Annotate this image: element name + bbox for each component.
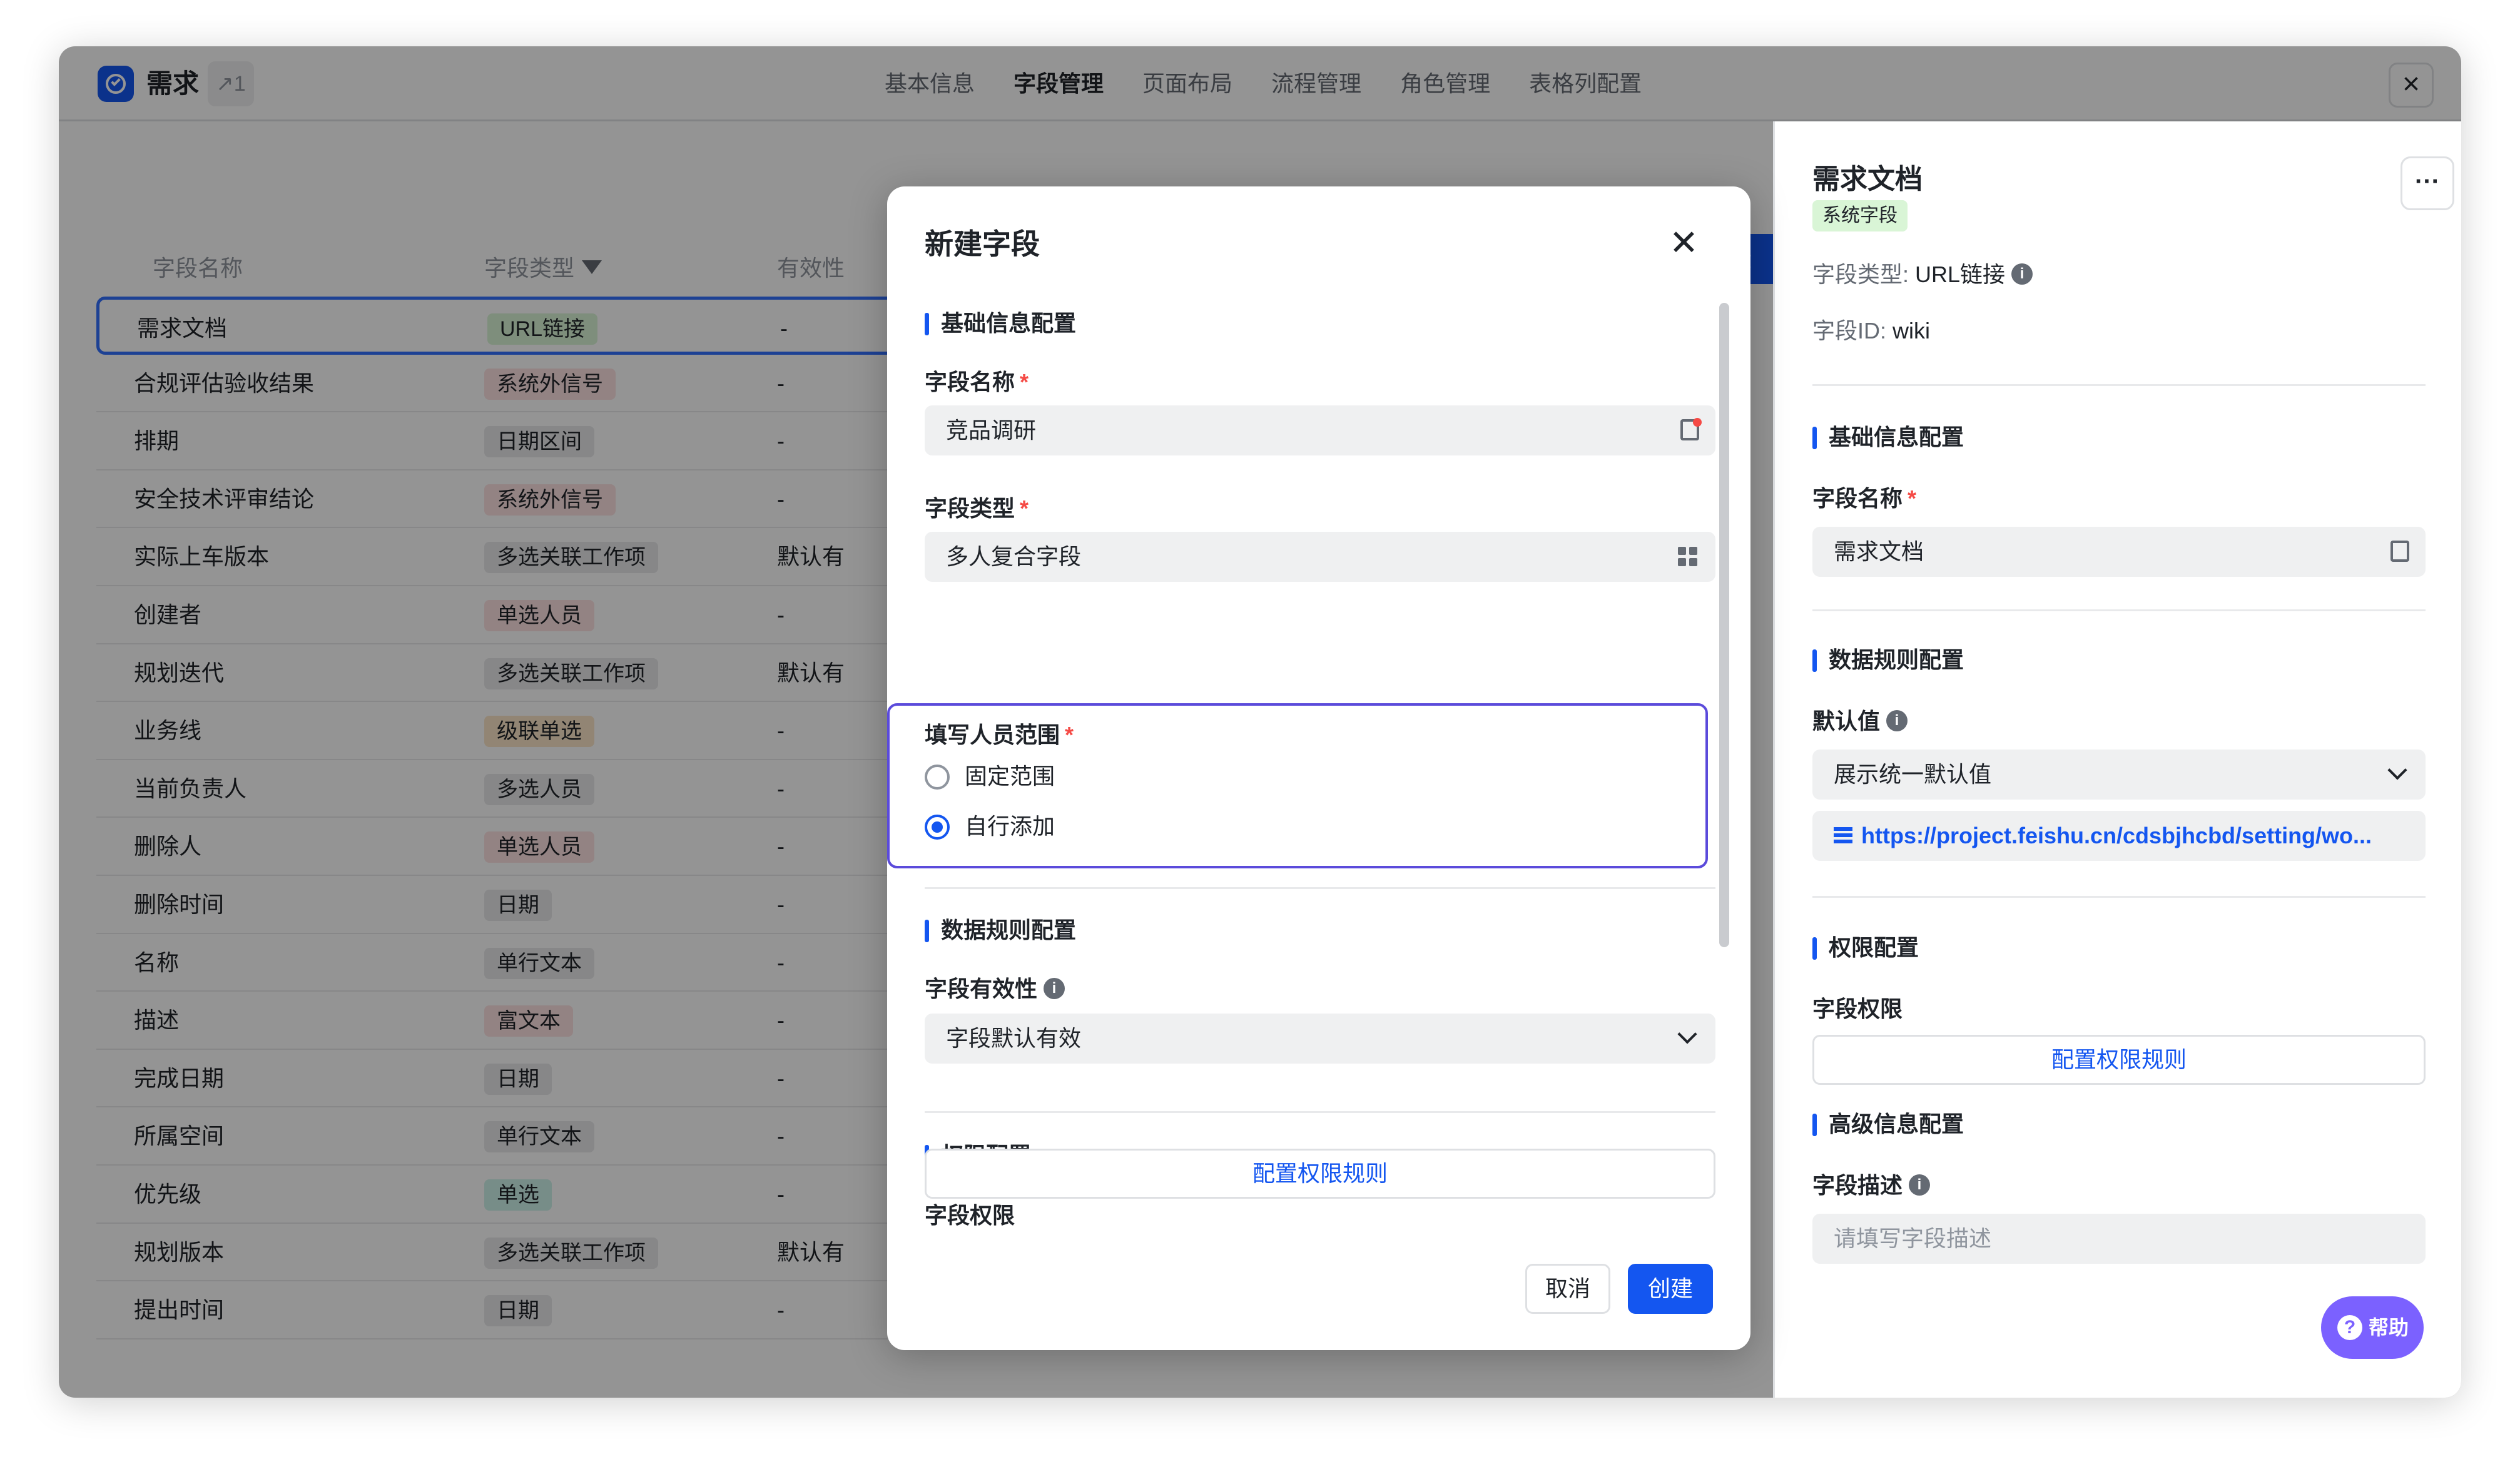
fill-scope-group: 填写人员范围 * 固定范围 自行添加	[887, 703, 1708, 868]
modal-scrollbar[interactable]	[1719, 303, 1729, 947]
field-type-select[interactable]: 多人复合字段	[925, 532, 1715, 582]
cancel-button[interactable]: 取消	[1525, 1264, 1610, 1314]
modal-title: 新建字段	[925, 228, 1040, 260]
radio-self-add-label[interactable]: 自行添加	[965, 811, 1055, 842]
chevron-down-icon	[1677, 1024, 1697, 1044]
notification-dot	[1693, 418, 1702, 427]
new-field-modal: 新建字段 ✕ 基础信息配置 字段名称 * 竞品调研 字段类型 * 多人复合字段 填写…	[887, 186, 1750, 1350]
radio-fixed-scope-label[interactable]: 固定范围	[965, 761, 1055, 792]
help-button[interactable]: ? 帮助	[2321, 1296, 2424, 1359]
field-type-label: 字段类型 *	[925, 496, 1029, 521]
question-icon: ?	[2337, 1315, 2362, 1340]
validity-select[interactable]: 字段默认有效	[925, 1014, 1715, 1064]
grid-icon	[1678, 547, 1698, 567]
info-icon[interactable]: i	[1044, 978, 1065, 1000]
permission-rule-button[interactable]: 配置权限规则	[925, 1149, 1715, 1199]
create-button[interactable]: 创建	[1628, 1264, 1713, 1314]
app-window: 需求 ↗1 基本信息 字段管理 页面布局 流程管理 角色管理 表格列配置 × 段…	[59, 46, 2461, 1398]
fill-scope-label: 填写人员范围 *	[925, 722, 1074, 748]
close-icon[interactable]: ✕	[1669, 224, 1699, 262]
radio-self-add[interactable]	[925, 815, 950, 840]
modal-body: 基础信息配置 字段名称 * 竞品调研 字段类型 * 多人复合字段 填写人员范围 * 固…	[887, 287, 1750, 1238]
radio-fixed-scope[interactable]	[925, 765, 950, 790]
field-name-label: 字段名称 *	[925, 369, 1029, 395]
section-data-rule: 数据规则配置	[925, 915, 1076, 946]
validity-label: 字段有效性 i	[925, 973, 1065, 1005]
permission-label: 字段权限	[925, 1202, 1015, 1228]
section-basic-info: 基础信息配置	[925, 308, 1076, 339]
field-name-input[interactable]: 竞品调研	[925, 405, 1715, 455]
